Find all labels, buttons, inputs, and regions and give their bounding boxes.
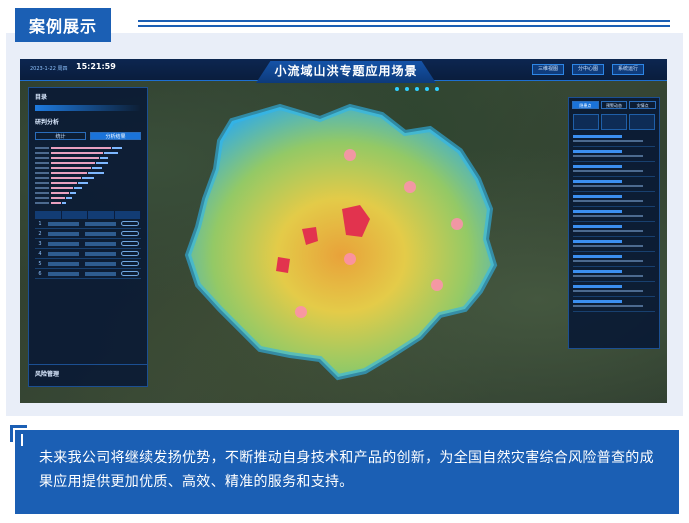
tab-analysis-result[interactable]: 分析结果 [90, 132, 141, 140]
bar-row [35, 161, 141, 165]
bar-row [35, 166, 141, 170]
stat-card [601, 114, 627, 130]
legend-dot[interactable] [405, 87, 409, 91]
hazard-marker [344, 149, 356, 161]
app-screenshot: 2023-1-22 周四 15:21:59 小流域山洪专题应用场景 三维视图 分… [20, 59, 667, 403]
analysis-tabs: 统计 分析结果 [35, 132, 141, 140]
stats-row [569, 112, 659, 132]
left-panel: 目录 研判分析 统计 分析结果 1 2 3 4 5 6 风险管理 [28, 87, 148, 387]
watershed-region [188, 107, 494, 377]
list-item[interactable] [573, 285, 655, 297]
list-item[interactable] [573, 135, 655, 147]
app-title: 小流域山洪专题应用场景 [256, 61, 436, 83]
risk-management-title: 风险管理 [35, 371, 60, 378]
map-legend [395, 87, 439, 91]
table-header [35, 211, 141, 219]
legend-dot[interactable] [425, 87, 429, 91]
tab-statistics[interactable]: 统计 [35, 132, 86, 140]
catalog-bar [35, 105, 141, 111]
date-text: 2023-1-22 周四 [30, 66, 68, 72]
list-item[interactable] [573, 195, 655, 207]
hazard-marker [404, 181, 416, 193]
time-text: 15:21:59 [76, 62, 116, 71]
right-panel: 隐患点 预警动态 灾情点 [568, 97, 660, 349]
table-row[interactable]: 1 [35, 219, 141, 229]
list-item[interactable] [573, 270, 655, 282]
stat-card [629, 114, 655, 130]
bar-row [35, 201, 141, 205]
top-button-system[interactable]: 系统运行 [612, 64, 645, 75]
app-topbar: 2023-1-22 周四 15:21:59 小流域山洪专题应用场景 三维视图 分… [20, 59, 667, 83]
legend-dot[interactable] [435, 87, 439, 91]
bar-row [35, 186, 141, 190]
legend-dot[interactable] [395, 87, 399, 91]
description-text: 未来我公司将继续发扬优势，不断推动自身技术和产品的创新，为全国自然灾害综合风险普… [39, 450, 654, 490]
hazard-marker [451, 218, 463, 230]
bar-row [35, 146, 141, 150]
list-item[interactable] [573, 165, 655, 177]
bar-row [35, 171, 141, 175]
header-rule [138, 20, 670, 30]
bar-row [35, 181, 141, 185]
description-box: 未来我公司将继续发扬优势，不断推动自身技术和产品的创新，为全国自然灾害综合风险普… [10, 425, 679, 514]
table-row[interactable]: 4 [35, 249, 141, 259]
legend-dot[interactable] [415, 87, 419, 91]
bar-chart [35, 146, 141, 205]
accent-mark [21, 434, 23, 446]
catalog-title: 目录 [35, 94, 48, 101]
top-button-center[interactable]: 分中心图 [572, 64, 605, 75]
high-risk-zone-3 [276, 257, 290, 273]
table-row[interactable]: 6 [35, 269, 141, 279]
result-table: 1 2 3 4 5 6 [35, 211, 141, 279]
top-button-3d[interactable]: 三维视图 [532, 64, 565, 75]
right-tabs: 隐患点 预警动态 灾情点 [569, 98, 659, 112]
page: 案例展示 2023-1-22 周四 15:21:59 小流域山洪专题应用场景 三… [0, 0, 689, 523]
table-row[interactable]: 3 [35, 239, 141, 249]
list-item[interactable] [573, 210, 655, 222]
bar-row [35, 151, 141, 155]
stat-card [573, 114, 599, 130]
bar-row [35, 196, 141, 200]
case-showcase-tab: 案例展示 [15, 8, 111, 42]
list-item[interactable] [573, 300, 655, 312]
bar-row [35, 176, 141, 180]
table-row[interactable]: 5 [35, 259, 141, 269]
tab-disaster-points[interactable]: 灾情点 [629, 101, 657, 109]
analysis-title: 研判分析 [35, 119, 60, 126]
hazard-marker [344, 253, 356, 265]
tab-warning-dynamics[interactable]: 预警动态 [600, 101, 628, 109]
table-row[interactable]: 2 [35, 229, 141, 239]
tab-hazard-points[interactable]: 隐患点 [572, 101, 599, 109]
list-item[interactable] [573, 150, 655, 162]
risk-management-section: 风险管理 [29, 364, 147, 386]
list-item[interactable] [573, 240, 655, 252]
bar-row [35, 191, 141, 195]
list-item[interactable] [573, 180, 655, 192]
hazard-marker [295, 306, 307, 318]
hazard-marker [431, 279, 443, 291]
list-item[interactable] [573, 225, 655, 237]
bar-row [35, 156, 141, 160]
list-item[interactable] [573, 255, 655, 267]
